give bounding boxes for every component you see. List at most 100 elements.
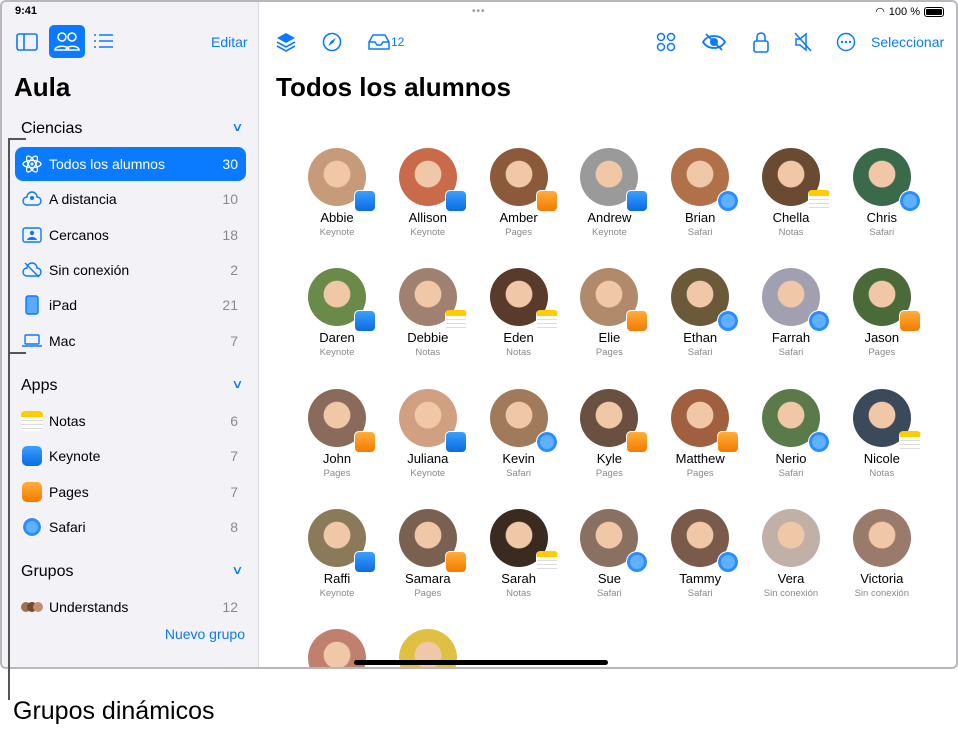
student-tile[interactable]: Chella Notas: [746, 148, 836, 238]
section-label: Grupos: [21, 563, 74, 580]
student-app: Pages: [414, 587, 442, 599]
student-tile[interactable]: Sarah Notas: [474, 508, 564, 599]
student-tile[interactable]: Debbie Notas: [383, 268, 473, 358]
item-label: iPad: [49, 297, 78, 314]
sidebar-item-safari[interactable]: Safari 8: [15, 510, 246, 544]
keynote-app-icon: [354, 190, 376, 212]
chevron-down-icon[interactable]: ∨: [231, 120, 243, 138]
list-icon[interactable]: [94, 33, 114, 49]
avatar: [308, 508, 376, 573]
compass-icon[interactable]: [322, 32, 342, 52]
avatar: [308, 388, 376, 453]
select-button[interactable]: Seleccionar: [871, 34, 944, 50]
student-app: Safari: [778, 347, 804, 359]
student-tile[interactable]: Abbie Keynote: [292, 148, 382, 238]
student-tile[interactable]: Tammy Safari: [655, 508, 745, 599]
student-tile[interactable]: Chris Safari: [837, 148, 927, 238]
student-tile[interactable]: Kyle Pages: [564, 388, 654, 479]
student-tile[interactable]: Raffi Keynote: [292, 508, 382, 599]
lock-icon[interactable]: [753, 31, 769, 53]
notas-app-icon: [808, 190, 830, 212]
ipad-icon: [21, 294, 43, 316]
student-tile[interactable]: Jason Pages: [837, 268, 927, 358]
inbox-icon[interactable]: [368, 33, 390, 51]
keynote-app-icon: [354, 550, 376, 573]
sidebar-item-a-distancia[interactable]: A distancia 10: [15, 182, 246, 216]
student-name: Farrah: [771, 330, 811, 346]
student-tile[interactable]: Eden Notas: [474, 268, 564, 358]
student-name: Nicole: [863, 450, 900, 466]
student-tile[interactable]: Ethan Safari: [655, 268, 745, 358]
avatar: [398, 148, 467, 212]
student-tile[interactable]: Brian Safari: [655, 148, 745, 238]
ipad-screen: 9:41 Editar Aula Ciencias ∨ Todos los alu…: [0, 0, 958, 669]
student-app: Keynote: [319, 587, 355, 599]
student-name: Vera: [777, 570, 805, 586]
app-grid-icon[interactable]: [656, 32, 676, 52]
section-apps[interactable]: Apps ∨: [21, 377, 244, 395]
keynote-app-icon: [21, 445, 43, 467]
student-name: Allison: [408, 210, 447, 225]
speaker-mute-icon[interactable]: [794, 32, 812, 52]
avatar: [308, 148, 376, 212]
layers-icon[interactable]: [276, 31, 296, 53]
student-tile[interactable]: Kevin Safari: [474, 388, 564, 479]
sidebar-toggle-icon[interactable]: [16, 33, 38, 51]
student-tile[interactable]: Daren Keynote: [292, 268, 382, 358]
sidebar-item-sin-conexión[interactable]: Sin conexión 2: [15, 253, 246, 287]
edit-button[interactable]: Editar: [211, 34, 248, 50]
avatar: [671, 148, 740, 212]
student-app: Safari: [596, 587, 622, 599]
section-ciencias[interactable]: Ciencias ∨: [21, 120, 244, 138]
avatar: [762, 388, 830, 453]
student-app: Keynote: [410, 227, 446, 238]
student-name: Elie: [598, 330, 621, 346]
student-tile[interactable]: Juliana Keynote: [383, 388, 473, 479]
student-tile[interactable]: Vera Sin conexión: [746, 508, 836, 599]
student-tile[interactable]: Sue Safari: [564, 508, 654, 599]
sidebar-item-understands[interactable]: Understands 12: [15, 590, 246, 624]
student-tile[interactable]: Victoria Sin conexión: [837, 508, 927, 599]
student-tile[interactable]: Nerio Safari: [746, 388, 836, 479]
notas-app-icon: [444, 310, 467, 333]
avatar: [580, 148, 649, 212]
student-app: Sin conexión: [854, 587, 909, 599]
student-tile[interactable]: Elie Pages: [564, 268, 654, 358]
sidebar-item-keynote[interactable]: Keynote 7: [15, 439, 246, 473]
more-icon[interactable]: [836, 32, 856, 52]
chevron-down-icon[interactable]: ∨: [231, 563, 243, 581]
sidebar-item-ipad[interactable]: iPad 21: [15, 288, 246, 322]
student-tile[interactable]: Amber Pages: [474, 148, 564, 238]
student-tile[interactable]: Nicole Notas: [837, 388, 927, 479]
home-indicator[interactable]: [354, 660, 608, 665]
students-view-button[interactable]: [49, 25, 85, 58]
multitasking-dots-icon[interactable]: •••: [472, 6, 486, 17]
eye-slash-icon[interactable]: [702, 32, 726, 52]
sidebar-item-pages[interactable]: Pages 7: [15, 475, 246, 509]
student-tile[interactable]: Matthew Pages: [655, 388, 745, 479]
safari-app-icon: [717, 190, 740, 212]
avatar: [308, 268, 376, 333]
sidebar-item-mac[interactable]: Mac 7: [15, 324, 246, 358]
student-tile[interactable]: Allison Keynote: [383, 148, 473, 238]
avatar: [762, 268, 830, 333]
student-tile[interactable]: John Pages: [292, 388, 382, 479]
sidebar-item-cercanos[interactable]: Cercanos 18: [15, 218, 246, 252]
avatar: [580, 508, 649, 573]
sidebar-item-notas[interactable]: Notas 6: [15, 404, 246, 438]
student-tile[interactable]: Farrah Safari: [746, 268, 836, 358]
keynote-app-icon: [444, 190, 467, 212]
item-count: 7: [230, 332, 238, 349]
student-tile[interactable]: Andrew Keynote: [564, 148, 654, 238]
chevron-down-icon[interactable]: ∨: [231, 377, 243, 395]
avatar: [580, 388, 649, 453]
item-label: Cercanos: [49, 226, 109, 243]
section-grupos[interactable]: Grupos ∨: [21, 563, 244, 581]
student-app: Notas: [778, 227, 804, 238]
bracket-bottom: [8, 352, 26, 354]
item-label: Keynote: [49, 448, 101, 465]
student-name: Kyle: [596, 450, 623, 466]
new-group-button[interactable]: Nuevo grupo: [165, 626, 245, 642]
sidebar-item-todos-los-alumnos[interactable]: Todos los alumnos 30: [15, 147, 246, 181]
student-tile[interactable]: Samara Pages: [383, 508, 473, 599]
